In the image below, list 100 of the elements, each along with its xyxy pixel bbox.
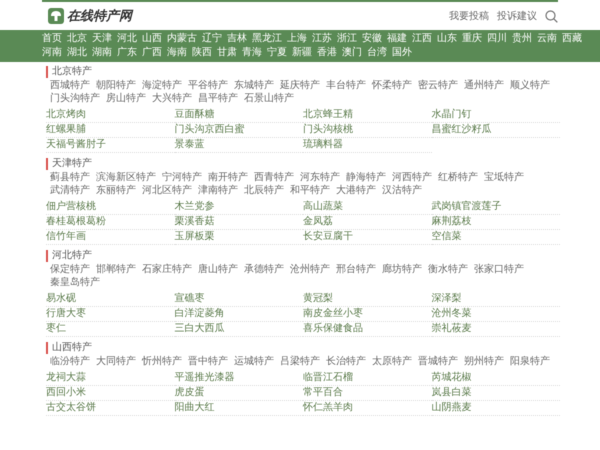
region-link[interactable]: 和平特产 <box>290 184 330 197</box>
product-link[interactable]: 常平百合 <box>303 387 343 398</box>
region-link[interactable]: 西青特产 <box>254 171 294 184</box>
region-link[interactable]: 南开特产 <box>208 171 248 184</box>
nav-link[interactable]: 国外 <box>392 46 412 60</box>
product-link[interactable]: 古交太谷饼 <box>46 402 96 413</box>
nav-link[interactable]: 湖南 <box>92 46 112 60</box>
product-link[interactable]: 山阴燕麦 <box>432 402 472 413</box>
nav-link[interactable]: 吉林 <box>227 32 247 46</box>
nav-link[interactable]: 广东 <box>117 46 137 60</box>
nav-link[interactable]: 新疆 <box>292 46 312 60</box>
product-link[interactable]: 白洋淀菱角 <box>174 308 224 319</box>
region-link[interactable]: 怀柔特产 <box>372 79 412 92</box>
region-link[interactable]: 长治特产 <box>326 355 366 368</box>
product-link[interactable]: 天福号酱肘子 <box>46 139 106 150</box>
nav-link[interactable]: 广西 <box>142 46 162 60</box>
region-link[interactable]: 河东特产 <box>300 171 340 184</box>
product-link[interactable]: 玉屏板栗 <box>174 231 214 242</box>
nav-link[interactable]: 首页 <box>42 32 62 46</box>
region-link[interactable]: 海淀特产 <box>142 79 182 92</box>
region-link[interactable]: 东城特产 <box>234 79 274 92</box>
region-link[interactable]: 大港特产 <box>336 184 376 197</box>
region-link[interactable]: 昌平特产 <box>198 92 238 105</box>
product-link[interactable]: 栗溪香菇 <box>174 216 214 227</box>
region-link[interactable]: 朝阳特产 <box>96 79 136 92</box>
region-link[interactable]: 衡水特产 <box>428 263 468 276</box>
product-link[interactable]: 岚县白菜 <box>432 387 472 398</box>
nav-link[interactable]: 河南 <box>42 46 62 60</box>
product-link[interactable]: 北京烤肉 <box>46 109 86 120</box>
product-link[interactable]: 临晋江石榴 <box>303 372 353 383</box>
nav-link[interactable]: 宁夏 <box>267 46 287 60</box>
nav-link[interactable]: 内蒙古 <box>167 32 197 46</box>
product-link[interactable]: 西回小米 <box>46 387 86 398</box>
product-link[interactable]: 空信菜 <box>432 231 462 242</box>
region-link[interactable]: 晋中特产 <box>188 355 228 368</box>
nav-link[interactable]: 天津 <box>92 32 112 46</box>
region-link[interactable]: 沧州特产 <box>290 263 330 276</box>
nav-link[interactable]: 上海 <box>287 32 307 46</box>
region-link[interactable]: 滨海新区特产 <box>96 171 156 184</box>
region-link[interactable]: 吕梁特产 <box>280 355 320 368</box>
nav-link[interactable]: 青海 <box>242 46 262 60</box>
header-link[interactable]: 投诉建议 <box>497 9 537 23</box>
nav-link[interactable]: 湖北 <box>67 46 87 60</box>
region-link[interactable]: 红桥特产 <box>438 171 478 184</box>
product-link[interactable]: 长安豆腐干 <box>303 231 353 242</box>
region-link[interactable]: 武清特产 <box>50 184 90 197</box>
region-link[interactable]: 宁河特产 <box>162 171 202 184</box>
region-link[interactable]: 密云特产 <box>418 79 458 92</box>
region-link[interactable]: 阳泉特产 <box>510 355 550 368</box>
region-link[interactable]: 西城特产 <box>50 79 90 92</box>
product-link[interactable]: 佃户营核桃 <box>46 201 96 212</box>
nav-link[interactable]: 山东 <box>437 32 457 46</box>
region-link[interactable]: 房山特产 <box>106 92 146 105</box>
region-link[interactable]: 宝坻特产 <box>484 171 524 184</box>
nav-link[interactable]: 安徽 <box>362 32 382 46</box>
nav-link[interactable]: 贵州 <box>512 32 532 46</box>
region-link[interactable]: 汉沽特产 <box>382 184 422 197</box>
product-link[interactable]: 南皮金丝小枣 <box>303 308 363 319</box>
header-link[interactable]: 我要投稿 <box>449 9 489 23</box>
region-link[interactable]: 石家庄特产 <box>142 263 192 276</box>
nav-link[interactable]: 江西 <box>412 32 432 46</box>
product-link[interactable]: 怀仁羔羊肉 <box>303 402 353 413</box>
product-link[interactable]: 武岗镇官渡莲子 <box>432 201 502 212</box>
product-link[interactable]: 虎皮蛋 <box>174 387 204 398</box>
product-link[interactable]: 金凤荔 <box>303 216 333 227</box>
nav-link[interactable]: 福建 <box>387 32 407 46</box>
product-link[interactable]: 信竹年画 <box>46 231 86 242</box>
product-link[interactable]: 门头沟核桃 <box>303 124 353 135</box>
nav-link[interactable]: 江苏 <box>312 32 332 46</box>
region-link[interactable]: 静海特产 <box>346 171 386 184</box>
region-link[interactable]: 蓟县特产 <box>50 171 90 184</box>
product-link[interactable]: 门头沟京西白蜜 <box>174 124 244 135</box>
product-link[interactable]: 昌蜜红沙籽瓜 <box>432 124 492 135</box>
region-link[interactable]: 丰台特产 <box>326 79 366 92</box>
region-link[interactable]: 石景山特产 <box>244 92 294 105</box>
product-link[interactable]: 木兰党参 <box>174 201 214 212</box>
nav-link[interactable]: 四川 <box>487 32 507 46</box>
region-link[interactable]: 邯郸特产 <box>96 263 136 276</box>
nav-link[interactable]: 澳门 <box>342 46 362 60</box>
region-link[interactable]: 东丽特产 <box>96 184 136 197</box>
product-link[interactable]: 深泽梨 <box>432 293 462 304</box>
region-link[interactable]: 大同特产 <box>96 355 136 368</box>
nav-link[interactable]: 云南 <box>537 32 557 46</box>
product-link[interactable]: 芮城花椒 <box>432 372 472 383</box>
nav-link[interactable]: 山西 <box>142 32 162 46</box>
product-link[interactable]: 红螺果脯 <box>46 124 86 135</box>
search-icon[interactable] <box>545 10 558 22</box>
region-link[interactable]: 忻州特产 <box>142 355 182 368</box>
region-link[interactable]: 承德特产 <box>244 263 284 276</box>
product-link[interactable]: 春桂葛根葛粉 <box>46 216 106 227</box>
region-link[interactable]: 廊坊特产 <box>382 263 422 276</box>
product-link[interactable]: 平遥推光漆器 <box>174 372 234 383</box>
region-link[interactable]: 唐山特产 <box>198 263 238 276</box>
nav-link[interactable]: 香港 <box>317 46 337 60</box>
site-logo[interactable]: 在线特产网 <box>67 7 132 25</box>
product-link[interactable]: 沧州冬菜 <box>432 308 472 319</box>
nav-link[interactable]: 河北 <box>117 32 137 46</box>
region-link[interactable]: 门头沟特产 <box>50 92 100 105</box>
nav-link[interactable]: 浙江 <box>337 32 357 46</box>
product-link[interactable]: 水晶门钉 <box>432 109 472 120</box>
